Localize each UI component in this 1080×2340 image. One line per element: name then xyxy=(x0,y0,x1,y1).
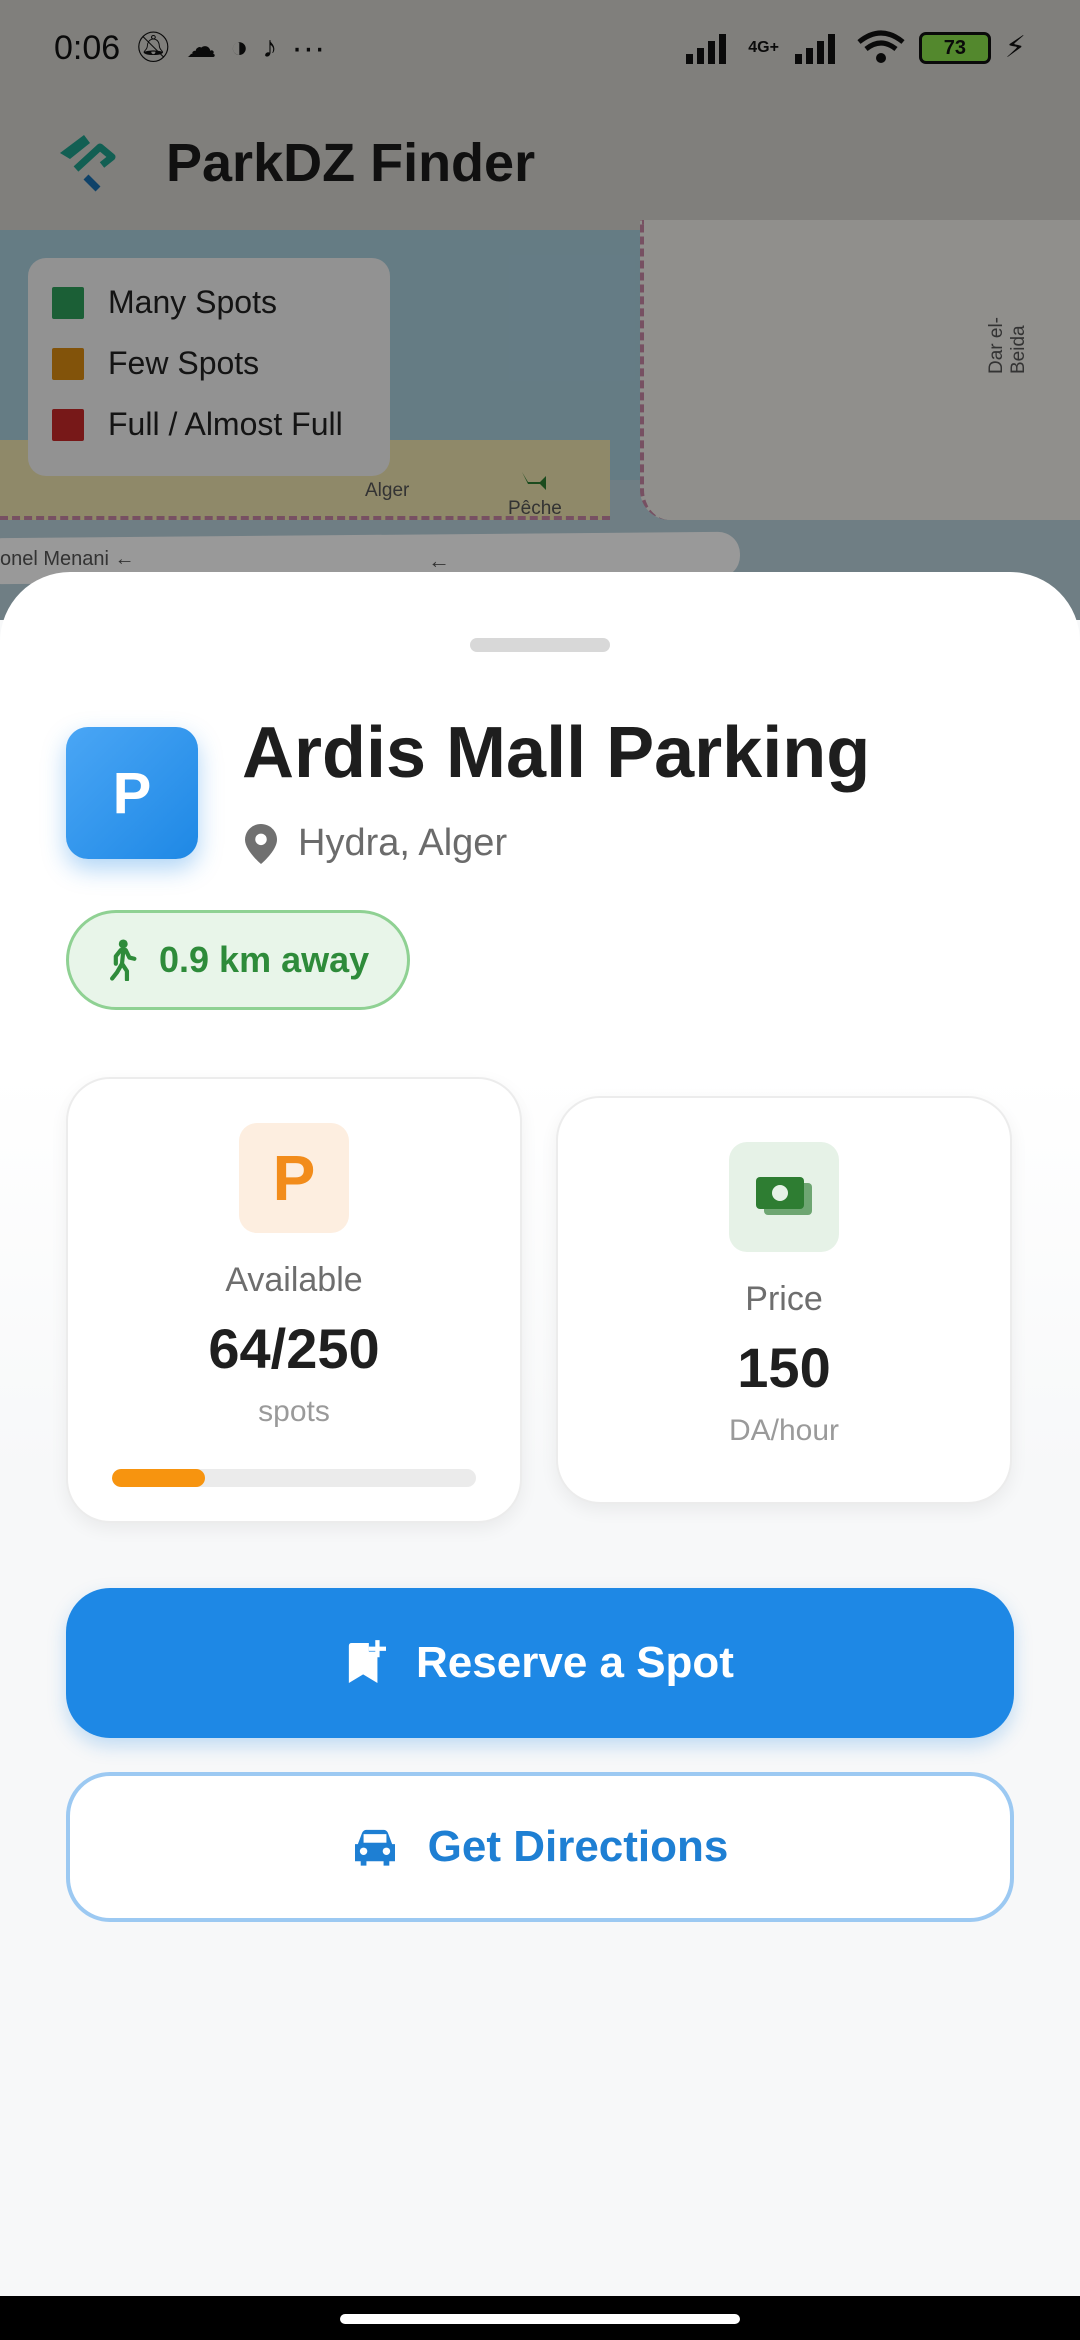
money-icon xyxy=(729,1142,839,1252)
price-label: Price xyxy=(745,1280,823,1318)
parking-details-sheet: P Ardis Mall Parking Hydra, Alger 0.9 km… xyxy=(0,572,1080,2296)
distance-text: 0.9 km away xyxy=(159,939,370,980)
price-value: 150 xyxy=(737,1336,831,1399)
get-directions-button[interactable]: Get Directions xyxy=(66,1772,1014,1922)
availability-progress-fill xyxy=(112,1469,206,1487)
availability-unit: spots xyxy=(258,1395,330,1428)
parking-lot-icon: P xyxy=(66,727,198,859)
system-navigation-bar xyxy=(0,2296,1080,2340)
price-card: Price 150 DA/hour xyxy=(556,1096,1012,1504)
get-directions-label: Get Directions xyxy=(427,1822,729,1871)
car-icon xyxy=(354,1829,395,1866)
availability-value: 64/250 xyxy=(208,1317,380,1380)
bookmark-add-icon xyxy=(348,1640,387,1683)
parking-location: Hydra, Alger xyxy=(244,822,507,865)
drag-handle[interactable] xyxy=(470,638,610,652)
availability-label: Available xyxy=(225,1261,363,1299)
location-text: Hydra, Alger xyxy=(298,822,508,864)
distance-badge: 0.9 km away xyxy=(66,910,411,1010)
reserve-spot-label: Reserve a Spot xyxy=(416,1638,734,1687)
walking-icon xyxy=(110,939,137,981)
availability-progress-bar xyxy=(112,1469,476,1487)
home-indicator[interactable] xyxy=(340,2314,740,2324)
modal-scrim[interactable] xyxy=(0,0,1080,620)
price-unit: DA/hour xyxy=(728,1414,840,1447)
availability-card: P Available 64/250 spots xyxy=(66,1077,522,1523)
location-pin-icon xyxy=(245,823,277,864)
parking-name: Ardis Mall Parking xyxy=(242,713,871,793)
reserve-spot-button[interactable]: Reserve a Spot xyxy=(66,1588,1014,1738)
parking-icon: P xyxy=(239,1123,349,1233)
